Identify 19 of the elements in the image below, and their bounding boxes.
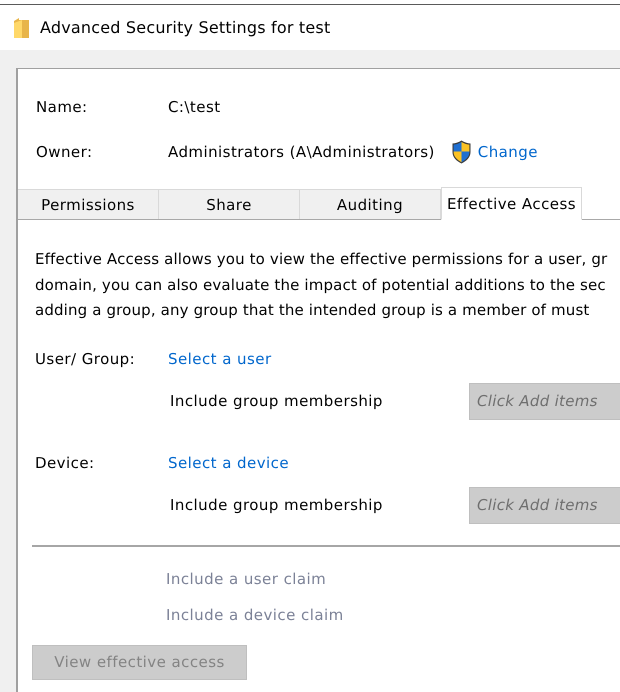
tab[interactable]: Auditing: [300, 189, 441, 219]
window-title: Advanced Security Settings for test: [40, 18, 330, 37]
principal-label: Device:: [35, 454, 96, 472]
description-text: Effective Access allows you to view the effective permissions for a user, gr domain, you can also evaluate the impact of potential additions to the sec adding a group, any group that the intended group is a member of must: [35, 249, 608, 321]
detail-value: Administrators (A\Administrators): [168, 143, 435, 161]
tab[interactable]: Effective Access: [441, 187, 582, 220]
membership-label: Include group membership: [170, 496, 384, 514]
folder-icon: [14, 18, 29, 38]
detail-label: Owner:: [36, 143, 94, 161]
detail-label: Name:: [36, 98, 89, 116]
detail-value: C:\test: [168, 98, 221, 116]
membership-label: Include group membership: [170, 392, 384, 410]
tab[interactable]: Share: [159, 189, 300, 219]
principal-label: User/ Group:: [35, 350, 136, 368]
select-link[interactable]: Select a device: [168, 454, 290, 472]
shield-icon: [452, 140, 471, 164]
tab[interactable]: Permissions: [18, 189, 159, 219]
change-link[interactable]: Change: [478, 143, 538, 161]
select-link[interactable]: Select a user: [168, 350, 272, 368]
